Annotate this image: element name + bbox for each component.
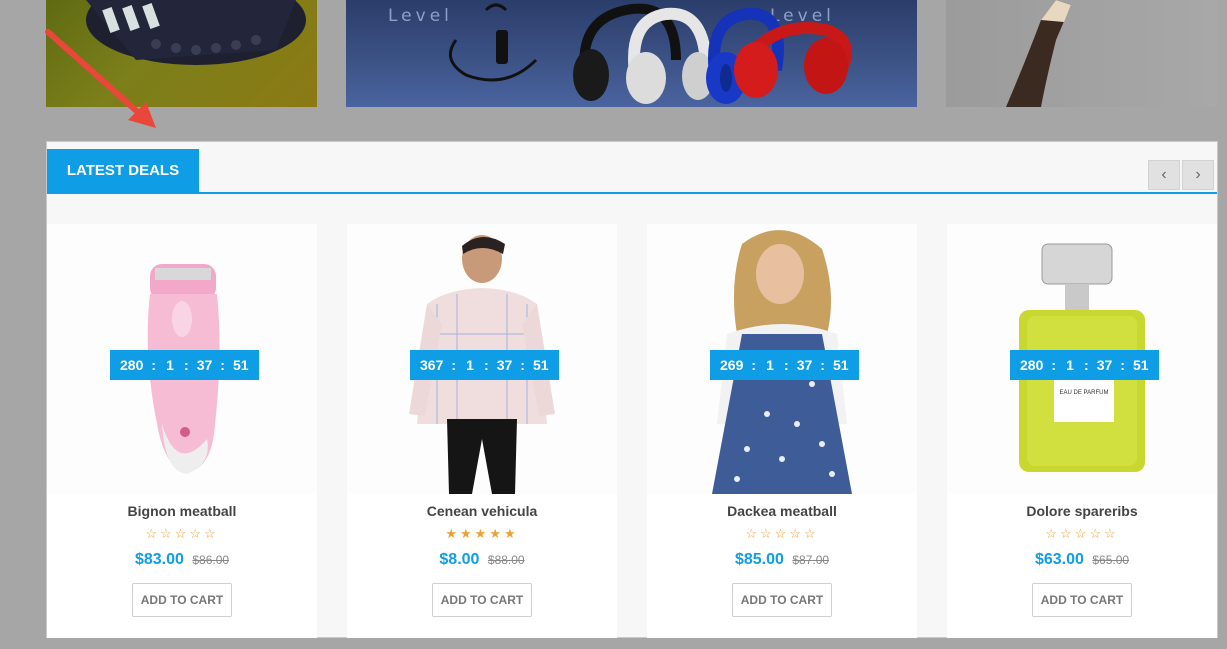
star-empty-icon: ☆ xyxy=(803,526,819,541)
star-empty-icon: ☆ xyxy=(1089,526,1104,541)
deal-countdown: 280: 1: 37: 51 xyxy=(110,350,259,380)
countdown-days: 280 xyxy=(1020,357,1044,373)
rating-stars: ★★★★★ xyxy=(347,526,617,542)
add-to-cart-button[interactable]: ADD TO CART xyxy=(1032,583,1132,617)
product-image[interactable]: 269: 1: 37: 51 xyxy=(647,224,917,494)
rating-stars: ☆☆☆☆☆ xyxy=(647,526,917,542)
old-price: $87.00 xyxy=(792,553,830,567)
product-price: $85.00 $87.00 xyxy=(647,551,917,569)
product-name[interactable]: Dackea meatball xyxy=(647,503,917,519)
star-empty-icon: ☆ xyxy=(174,526,190,541)
old-price: $65.00 xyxy=(1092,553,1130,567)
chevron-right-icon: › xyxy=(1195,166,1201,183)
countdown-days: 269 xyxy=(720,357,744,373)
countdown-minutes: 37 xyxy=(496,357,513,373)
lifestyle-image xyxy=(1006,0,1071,107)
rating-stars: ☆☆☆☆☆ xyxy=(947,526,1217,542)
countdown-seconds: 51 xyxy=(232,357,249,373)
star-filled-icon: ★ xyxy=(460,526,475,541)
star-filled-icon: ★ xyxy=(445,526,461,541)
carousel-next-button[interactable]: › xyxy=(1182,160,1214,190)
product-image[interactable]: 367: 1: 37: 51 xyxy=(347,224,617,494)
current-price: $83.00 xyxy=(134,551,184,568)
star-empty-icon: ☆ xyxy=(189,526,204,541)
product-card[interactable]: EAU DE PARFUM 280: 1: 37: 51 Dolore spar… xyxy=(947,224,1217,638)
deal-countdown: 280: 1: 37: 51 xyxy=(1010,350,1159,380)
banner-lifestyle[interactable] xyxy=(946,0,1217,107)
star-empty-icon: ☆ xyxy=(203,526,219,541)
countdown-days: 367 xyxy=(420,357,444,373)
old-price: $86.00 xyxy=(192,553,230,567)
countdown-hours: 1 xyxy=(766,357,774,373)
annotation-arrow-icon xyxy=(45,29,156,128)
star-filled-icon: ★ xyxy=(489,526,504,541)
star-empty-icon: ☆ xyxy=(1074,526,1090,541)
product-name[interactable]: Bignon meatball xyxy=(47,503,317,519)
product-name[interactable]: Dolore spareribs xyxy=(947,503,1217,519)
product-price: $83.00 $86.00 xyxy=(47,551,317,569)
star-empty-icon: ☆ xyxy=(745,526,761,541)
deals-title: LATEST DEALS xyxy=(47,149,199,192)
countdown-minutes: 37 xyxy=(196,357,213,373)
star-empty-icon: ☆ xyxy=(1060,526,1075,541)
add-to-cart-button[interactable]: ADD TO CART xyxy=(432,583,532,617)
old-price: $88.00 xyxy=(487,553,525,567)
product-name[interactable]: Cenean vehicula xyxy=(347,503,617,519)
add-to-cart-button[interactable]: ADD TO CART xyxy=(132,583,232,617)
chevron-left-icon: ‹ xyxy=(1161,166,1167,183)
star-empty-icon: ☆ xyxy=(760,526,775,541)
latest-deals-section: LATEST DEALS ‹ › 280: 1: 37: 51 Bignon m… xyxy=(46,141,1218,638)
countdown-minutes: 37 xyxy=(796,357,813,373)
deal-countdown: 269: 1: 37: 51 xyxy=(710,350,859,380)
star-empty-icon: ☆ xyxy=(789,526,804,541)
product-card[interactable]: 269: 1: 37: 51 Dackea meatball ☆☆☆☆☆ $85… xyxy=(647,224,917,638)
star-empty-icon: ☆ xyxy=(145,526,161,541)
current-price: $8.00 xyxy=(439,551,480,568)
countdown-seconds: 51 xyxy=(532,357,549,373)
countdown-seconds: 51 xyxy=(1132,357,1149,373)
star-empty-icon: ☆ xyxy=(1103,526,1119,541)
star-filled-icon: ★ xyxy=(503,526,519,541)
perfume-label: EAU DE PARFUM xyxy=(1054,376,1114,422)
product-card[interactable]: 280: 1: 37: 51 Bignon meatball ☆☆☆☆☆ $83… xyxy=(47,224,317,638)
countdown-hours: 1 xyxy=(466,357,474,373)
product-image[interactable]: EAU DE PARFUM 280: 1: 37: 51 xyxy=(947,224,1217,494)
product-image[interactable]: 280: 1: 37: 51 xyxy=(47,224,317,494)
product-price: $63.00 $65.00 xyxy=(947,551,1217,569)
deals-header: LATEST DEALS ‹ › xyxy=(47,142,1217,194)
banner-headphones[interactable]: Level Level xyxy=(346,0,917,107)
carousel-prev-button[interactable]: ‹ xyxy=(1148,160,1180,190)
deal-countdown: 367: 1: 37: 51 xyxy=(410,350,559,380)
countdown-hours: 1 xyxy=(166,357,174,373)
rating-stars: ☆☆☆☆☆ xyxy=(47,526,317,542)
headphones-image xyxy=(448,3,852,104)
add-to-cart-button[interactable]: ADD TO CART xyxy=(732,583,832,617)
star-empty-icon: ☆ xyxy=(1045,526,1061,541)
product-price: $8.00 $88.00 xyxy=(347,551,617,569)
star-empty-icon: ☆ xyxy=(160,526,175,541)
countdown-days: 280 xyxy=(120,357,144,373)
product-card[interactable]: 367: 1: 37: 51 Cenean vehicula ★★★★★ $8.… xyxy=(347,224,617,638)
current-price: $63.00 xyxy=(1034,551,1084,568)
countdown-minutes: 37 xyxy=(1096,357,1113,373)
star-filled-icon: ★ xyxy=(474,526,490,541)
countdown-hours: 1 xyxy=(1066,357,1074,373)
current-price: $85.00 xyxy=(734,551,784,568)
star-empty-icon: ☆ xyxy=(774,526,790,541)
countdown-seconds: 51 xyxy=(832,357,849,373)
